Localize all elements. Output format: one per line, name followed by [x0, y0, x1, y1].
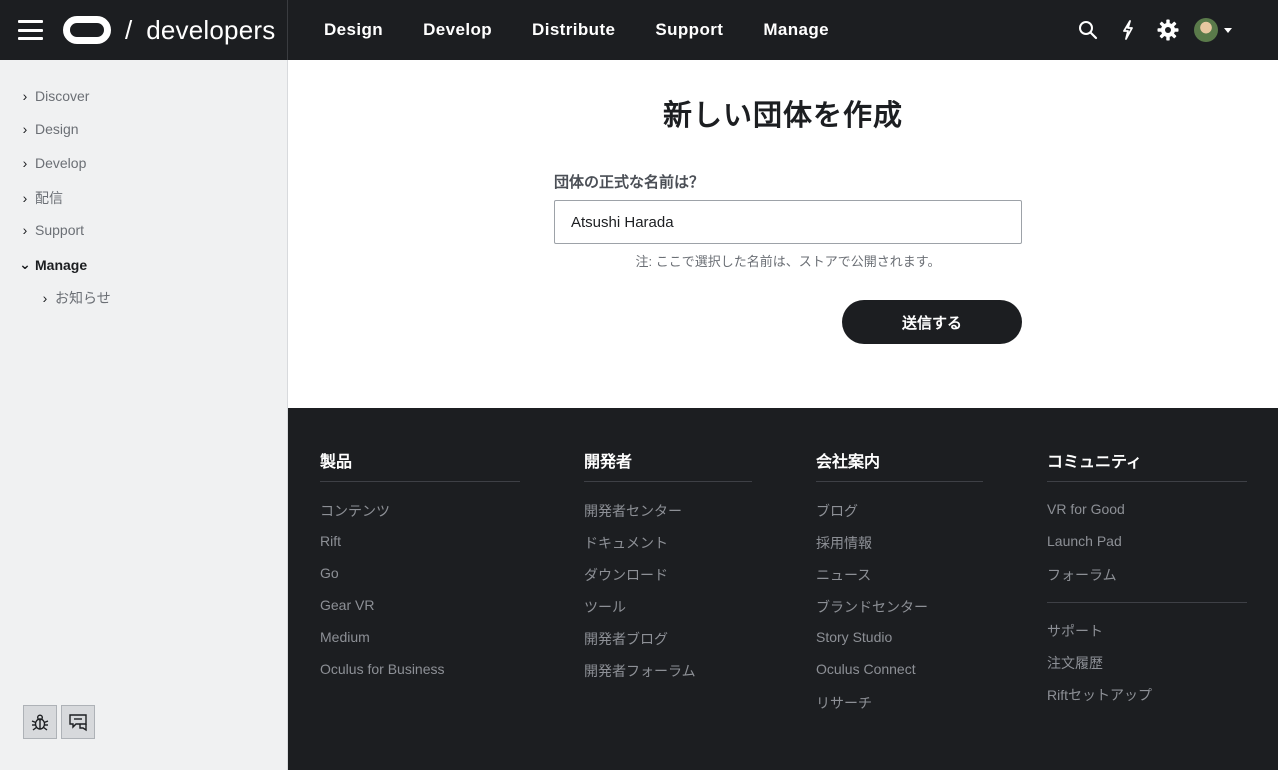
- chevron-down-icon: ⌄: [19, 256, 31, 272]
- chevron-right-icon: ›: [22, 190, 28, 206]
- footer-link[interactable]: ツール: [584, 597, 626, 617]
- organization-name-input[interactable]: [554, 200, 1022, 244]
- nav-design[interactable]: Design: [304, 20, 403, 40]
- sidebar-item-label: Design: [35, 121, 79, 137]
- footer-link[interactable]: 開発者センター: [584, 501, 682, 521]
- chevron-right-icon: ›: [42, 290, 48, 306]
- footer-heading: 製品: [320, 454, 353, 471]
- header-actions: [1068, 0, 1278, 60]
- sidebar-item-distribute[interactable]: › 配信: [18, 188, 63, 208]
- nav-manage[interactable]: Manage: [743, 20, 849, 40]
- footer-link[interactable]: ドキュメント: [584, 533, 668, 553]
- footer-divider: [816, 481, 983, 482]
- footer-link[interactable]: ダウンロード: [584, 565, 668, 585]
- page-title: 新しい団体を作成: [662, 100, 903, 132]
- footer-divider: [1047, 481, 1247, 482]
- footer-link[interactable]: Oculus for Business: [320, 661, 445, 677]
- sidebar-subitem-announcements[interactable]: › お知らせ: [38, 288, 111, 308]
- sidebar-item-design[interactable]: › Design: [18, 121, 79, 137]
- footer-link[interactable]: 開発者フォーラム: [584, 661, 696, 681]
- footer-link[interactable]: ブランドセンター: [816, 597, 928, 617]
- chevron-right-icon: ›: [22, 121, 28, 137]
- footer-link[interactable]: Riftセットアップ: [1047, 685, 1152, 705]
- footer-link[interactable]: Story Studio: [816, 629, 892, 645]
- footer-link[interactable]: サポート: [1047, 621, 1103, 641]
- footer-link[interactable]: フォーラム: [1047, 565, 1117, 585]
- footer-link[interactable]: Go: [320, 565, 339, 581]
- tool-buttons: [23, 705, 95, 739]
- chevron-right-icon: ›: [22, 155, 28, 171]
- footer-link[interactable]: VR for Good: [1047, 501, 1125, 517]
- footer-link[interactable]: ブログ: [816, 501, 858, 521]
- chevron-right-icon: ›: [22, 88, 28, 104]
- sidebar-item-label: Support: [35, 222, 85, 238]
- footer-heading: 開発者: [584, 454, 633, 471]
- avatar[interactable]: [1194, 18, 1218, 42]
- organization-name-label: 団体の正式な名前は？: [554, 174, 705, 191]
- search-icon[interactable]: [1068, 0, 1108, 60]
- footer-heading: コミュニティ: [1047, 454, 1143, 471]
- footer-link[interactable]: Launch Pad: [1047, 533, 1122, 549]
- sidebar-item-label: Manage: [35, 256, 88, 273]
- chevron-right-icon: ›: [22, 222, 28, 238]
- footer-heading: 会社案内: [816, 454, 881, 471]
- footer-link[interactable]: 採用情報: [816, 533, 872, 553]
- sidebar-item-manage[interactable]: ⌄ Manage: [18, 256, 87, 273]
- footer-divider: [584, 481, 752, 482]
- footer-link[interactable]: Oculus Connect: [816, 661, 916, 677]
- footer-link[interactable]: Medium: [320, 629, 370, 645]
- footer: 製品 コンテンツ Rift Go Gear VR Medium Oculus f…: [288, 408, 1278, 770]
- sidebar-item-label: Develop: [35, 155, 87, 171]
- top-bar: / developers Design Develop Distribute S…: [0, 0, 1278, 60]
- sidebar-item-label: お知らせ: [55, 290, 111, 306]
- footer-link[interactable]: Gear VR: [320, 597, 374, 613]
- sidebar-item-discover[interactable]: › Discover: [18, 88, 90, 104]
- footer-link[interactable]: 注文履歴: [1047, 653, 1103, 673]
- lightning-icon[interactable]: [1108, 0, 1148, 60]
- hamburger-menu-icon[interactable]: [18, 20, 43, 40]
- sidebar-item-support[interactable]: › Support: [18, 222, 84, 238]
- sidebar-item-develop[interactable]: › Develop: [18, 155, 87, 171]
- field-note: 注: ここで選択した名前は、ストアで公開されます。: [635, 254, 941, 269]
- feedback-icon[interactable]: [61, 705, 95, 739]
- footer-divider: [320, 481, 520, 482]
- top-nav: Design Develop Distribute Support Manage: [288, 0, 849, 60]
- gear-icon[interactable]: [1148, 0, 1188, 60]
- footer-divider: [1047, 602, 1247, 603]
- footer-link[interactable]: コンテンツ: [320, 501, 390, 521]
- brand-slash: /: [125, 14, 133, 45]
- nav-distribute[interactable]: Distribute: [512, 20, 635, 40]
- sidebar: › Discover › Design › Develop › 配信 › Sup…: [0, 60, 288, 770]
- bug-icon[interactable]: [23, 705, 57, 739]
- submit-button[interactable]: 送信する: [842, 300, 1022, 344]
- footer-link[interactable]: Rift: [320, 533, 341, 549]
- nav-support[interactable]: Support: [635, 20, 743, 40]
- sidebar-item-label: 配信: [35, 190, 63, 206]
- chevron-down-icon[interactable]: [1224, 27, 1232, 33]
- brand-text[interactable]: developers: [146, 15, 275, 46]
- nav-develop[interactable]: Develop: [403, 20, 512, 40]
- footer-link[interactable]: ニュース: [816, 565, 871, 585]
- footer-link[interactable]: リサーチ: [816, 693, 872, 713]
- brand-area: / developers: [0, 0, 288, 60]
- sidebar-item-label: Discover: [35, 88, 90, 104]
- oculus-logo[interactable]: [63, 16, 111, 44]
- footer-link[interactable]: 開発者ブログ: [584, 629, 668, 649]
